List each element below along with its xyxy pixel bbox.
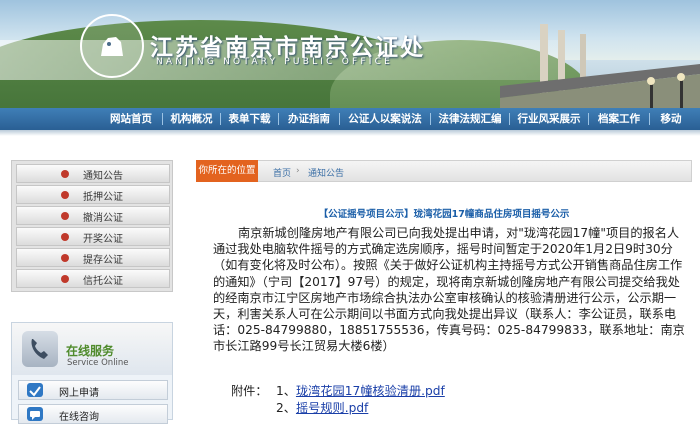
nav-item-home[interactable]: 网站首页 xyxy=(100,108,162,130)
online-apply-label: 网上申请 xyxy=(59,388,99,399)
article-body: 南京新城创隆房地产有限公司已向我处提出申请，对"珑湾花园17幢"项目的报名人通过… xyxy=(213,226,685,354)
bullet-icon xyxy=(61,191,69,199)
sidebar-item-mortgage[interactable]: 抵押公证 xyxy=(16,185,170,204)
online-service-title: 在线服务 xyxy=(66,344,115,358)
sidebar-item-trust[interactable]: 信托公证 xyxy=(16,269,170,288)
nav-item-showcase[interactable]: 行业风采展示 xyxy=(510,108,588,130)
phone-icon xyxy=(22,331,58,367)
nav-item-cases[interactable]: 公证人以案说法 xyxy=(340,108,430,130)
online-consult-label: 在线咨询 xyxy=(59,412,99,423)
lion-seal-icon xyxy=(101,37,123,56)
breadcrumb: 你所在的位置 首页 › 通知公告 xyxy=(196,160,692,182)
sidebar-item-label: 信托公证 xyxy=(83,276,123,287)
sidebar-menu: 通知公告 抵押公证 撤消公证 开奖公证 提存公证 信托公证 xyxy=(11,160,173,292)
article-title: 【公证摇号项目公示】珑湾花园17幢商品住房项目摇号公示 xyxy=(318,209,570,220)
breadcrumb-current-link[interactable]: 通知公告 xyxy=(308,166,344,179)
main-nav: 网站首页 机构概况 表单下载 办证指南 公证人以案说法 法律法规汇编 行业风采展… xyxy=(0,108,700,130)
nav-shadow xyxy=(0,130,700,136)
bullet-icon xyxy=(61,170,69,178)
online-service-subtitle: Service Online xyxy=(67,358,129,368)
bridge-image xyxy=(500,24,700,108)
attachment-item: 2、摇号规则.pdf xyxy=(276,398,368,416)
bullet-icon xyxy=(61,275,69,283)
nav-item-archive[interactable]: 档案工作 xyxy=(589,108,649,130)
nav-item-mobile[interactable]: 移动 xyxy=(650,108,692,130)
bullet-icon xyxy=(61,233,69,241)
site-subtitle: NANJING NOTARY PUBLIC OFFICE xyxy=(156,57,393,67)
sidebar-item-label: 提存公证 xyxy=(83,255,123,266)
attachments-label: 附件： xyxy=(231,384,268,398)
bullet-icon xyxy=(61,212,69,220)
attachment-index: 2、 xyxy=(276,401,296,415)
breadcrumb-separator: › xyxy=(296,166,300,176)
sidebar-item-label: 通知公告 xyxy=(83,171,123,182)
attachment-item: 1、珑湾花园17幢核验清册.pdf xyxy=(276,381,445,399)
sidebar-item-label: 抵押公证 xyxy=(83,192,123,203)
online-service-panel: 在线服务 Service Online 网上申请 在线咨询 xyxy=(11,322,173,424)
online-consult-button[interactable]: 在线咨询 xyxy=(18,404,168,424)
nav-item-guide[interactable]: 办证指南 xyxy=(279,108,339,130)
bullet-icon xyxy=(61,254,69,262)
attachment-link-verification-list[interactable]: 珑湾花园17幢核验清册.pdf xyxy=(296,384,445,398)
online-apply-button[interactable]: 网上申请 xyxy=(18,380,168,400)
logo-seal xyxy=(80,14,144,78)
chat-icon xyxy=(27,407,43,421)
sidebar-item-escrow[interactable]: 提存公证 xyxy=(16,248,170,267)
sidebar-item-label: 开奖公证 xyxy=(83,234,123,245)
attachment-index: 1、 xyxy=(276,384,296,398)
breadcrumb-home-link[interactable]: 首页 xyxy=(273,166,291,179)
nav-item-forms[interactable]: 表单下载 xyxy=(221,108,278,130)
sidebar-item-notices[interactable]: 通知公告 xyxy=(16,164,170,183)
checkbox-icon xyxy=(27,383,43,397)
breadcrumb-label: 你所在的位置 xyxy=(196,160,258,182)
attachment-link-lottery-rules[interactable]: 摇号规则.pdf xyxy=(296,401,368,415)
sidebar-item-lottery[interactable]: 开奖公证 xyxy=(16,227,170,246)
nav-item-about[interactable]: 机构概况 xyxy=(163,108,220,130)
sidebar-item-label: 撤消公证 xyxy=(83,213,123,224)
nav-item-laws[interactable]: 法律法规汇编 xyxy=(431,108,509,130)
online-service-header: 在线服务 Service Online xyxy=(12,323,172,375)
sidebar-item-revocation[interactable]: 撤消公证 xyxy=(16,206,170,225)
header-banner: 江苏省南京市南京公证处 NANJING NOTARY PUBLIC OFFICE xyxy=(0,0,700,108)
